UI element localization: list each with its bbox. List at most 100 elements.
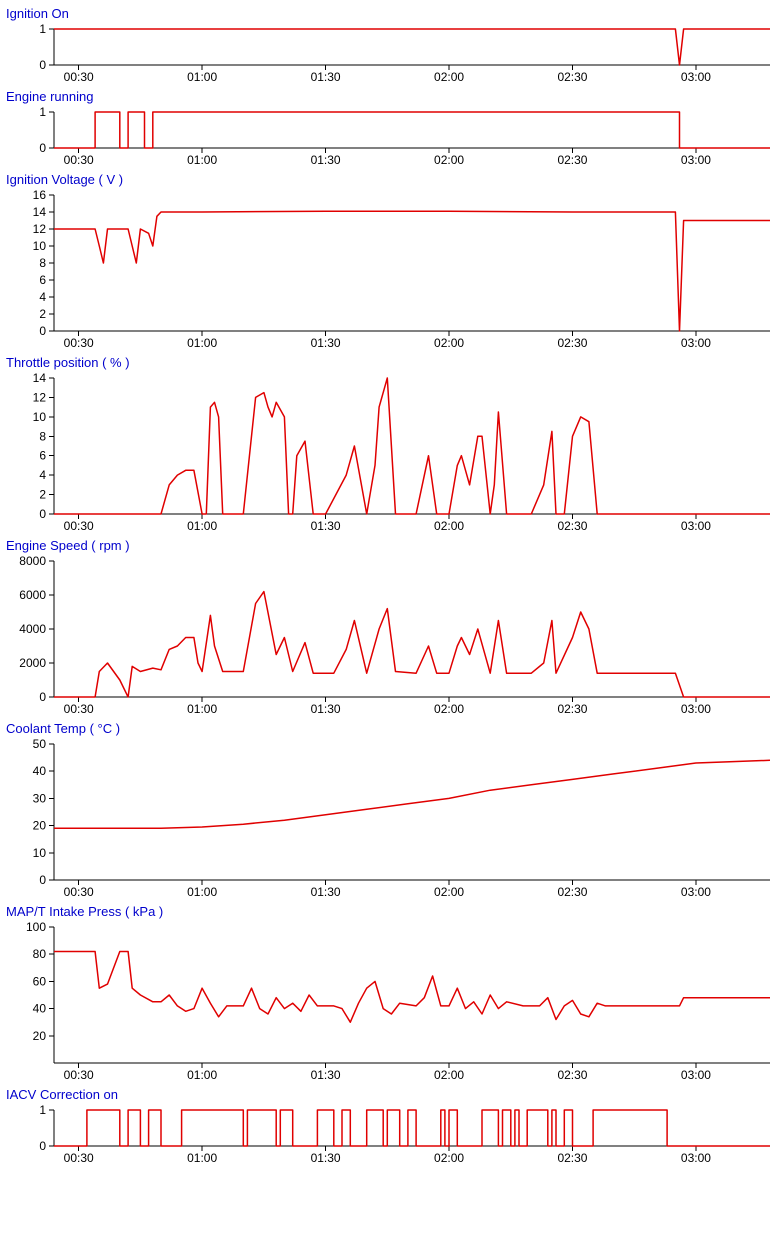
- y-tick-label: 4: [39, 290, 46, 304]
- y-tick-label: 40: [33, 764, 47, 778]
- x-tick-label: 01:30: [311, 153, 341, 166]
- chart-svg: 0100:3001:0001:3002:0002:3003:00: [4, 23, 780, 83]
- x-tick-label: 01:30: [311, 702, 341, 715]
- chart-title: MAP/T Intake Press ( kPa ): [6, 904, 780, 919]
- x-tick-label: 03:00: [681, 519, 711, 532]
- x-tick-label: 02:00: [434, 885, 464, 898]
- chart-svg: 0246810121400:3001:0001:3002:0002:3003:0…: [4, 372, 780, 532]
- chart-block: Coolant Temp ( °C ) 0 10 20 30 40 50 00:30 01:00…: [4, 721, 780, 898]
- y-tick-label: 14: [33, 205, 47, 219]
- y-tick-label: 0: [39, 324, 46, 338]
- x-tick-label: 02:00: [434, 336, 464, 349]
- chart-title: Ignition Voltage ( V ): [6, 172, 780, 187]
- y-tick-label: 6000: [19, 588, 46, 602]
- data-line: [54, 1110, 770, 1146]
- y-tick-label: 6: [39, 449, 46, 463]
- chart-block: Throttle position ( % )0246810121400:300…: [4, 355, 780, 532]
- y-tick-label: 0: [39, 141, 46, 155]
- y-tick-label: 2: [39, 488, 46, 502]
- x-tick-label: 01:30: [311, 1068, 341, 1081]
- y-tick-label: 20: [33, 819, 47, 833]
- chart-svg: 2040608010000:3001:0001:3002:0002:3003:0…: [4, 921, 780, 1081]
- x-tick-label: 01:00: [187, 885, 217, 898]
- y-tick-label: 8000: [19, 555, 46, 568]
- y-tick-label: 14: [33, 372, 47, 385]
- chart-block: IACV Correction on 0 1 00:30 01:00 01:30 02:00…: [4, 1087, 780, 1164]
- data-line: [54, 378, 770, 514]
- y-tick-label: 8: [39, 256, 46, 270]
- x-tick-label: 00:30: [64, 336, 94, 349]
- chart-block: Ignition Voltage ( V )024681012141600:30…: [4, 172, 780, 349]
- x-tick-label: 01:30: [311, 336, 341, 349]
- x-tick-label: 00:30: [64, 519, 94, 532]
- x-tick-label: 01:00: [187, 1151, 217, 1164]
- x-tick-label: 02:00: [434, 153, 464, 166]
- chart-svg: 0 10 20 30 40 50 00:30 01:00 01:30 02:00 02:30 03:0…: [4, 738, 780, 898]
- y-tick-label: 1: [39, 23, 46, 36]
- y-tick-label: 8: [39, 429, 46, 443]
- y-tick-label: 40: [33, 1002, 47, 1016]
- x-tick-label: 03:00: [681, 1068, 711, 1081]
- x-tick-label: 01:30: [311, 70, 341, 83]
- y-tick-label: 4: [39, 468, 46, 482]
- y-tick-label: 0: [39, 507, 46, 521]
- chart-svg: 0100:3001:0001:3002:0002:3003:00: [4, 106, 780, 166]
- x-tick-label: 01:00: [187, 1068, 217, 1081]
- y-tick-label: 0: [39, 1139, 46, 1153]
- x-tick-label: 01:00: [187, 70, 217, 83]
- chart-svg: 024681012141600:3001:0001:3002:0002:3003…: [4, 189, 780, 349]
- chart-title: Throttle position ( % ): [6, 355, 780, 370]
- y-tick-label: 2: [39, 307, 46, 321]
- x-tick-label: 02:00: [434, 70, 464, 83]
- x-tick-label: 01:30: [311, 1151, 341, 1164]
- x-tick-label: 03:00: [681, 153, 711, 166]
- y-tick-label: 10: [33, 846, 47, 860]
- y-tick-label: 16: [33, 189, 47, 202]
- x-tick-label: 02:00: [434, 519, 464, 532]
- x-tick-label: 02:30: [557, 1068, 587, 1081]
- y-tick-label: 30: [33, 791, 47, 805]
- x-tick-label: 03:00: [681, 336, 711, 349]
- x-tick-label: 02:30: [557, 885, 587, 898]
- y-tick-label: 1: [39, 106, 46, 119]
- x-tick-label: 01:00: [187, 153, 217, 166]
- chart-title: IACV Correction on: [6, 1087, 780, 1102]
- x-tick-label: 02:30: [557, 1151, 587, 1164]
- x-tick-label: 01:00: [187, 702, 217, 715]
- chart-block: MAP/T Intake Press ( kPa )2040608010000:…: [4, 904, 780, 1081]
- x-tick-label: 03:00: [681, 885, 711, 898]
- x-tick-label: 02:00: [434, 1068, 464, 1081]
- y-tick-label: 1: [39, 1104, 46, 1117]
- x-tick-label: 02:30: [557, 336, 587, 349]
- y-tick-label: 100: [26, 921, 46, 934]
- chart-title: Ignition On: [6, 6, 780, 21]
- x-tick-label: 02:30: [557, 70, 587, 83]
- x-tick-label: 03:00: [681, 702, 711, 715]
- chart-title: Coolant Temp ( °C ): [6, 721, 780, 736]
- x-tick-label: 00:30: [64, 702, 94, 715]
- y-tick-label: 50: [33, 738, 47, 751]
- chart-svg: 0 1 00:30 01:00 01:30 02:00 02:30 03:00: [4, 1104, 780, 1164]
- x-tick-label: 01:30: [311, 885, 341, 898]
- x-tick-label: 00:30: [64, 1151, 94, 1164]
- x-tick-label: 02:00: [434, 1151, 464, 1164]
- y-tick-label: 4000: [19, 622, 46, 636]
- y-tick-label: 0: [39, 58, 46, 72]
- x-tick-label: 00:30: [64, 885, 94, 898]
- y-tick-label: 0: [39, 873, 46, 887]
- y-tick-label: 0: [39, 690, 46, 704]
- x-tick-label: 02:00: [434, 702, 464, 715]
- chart-block: Engine running0100:3001:0001:3002:0002:3…: [4, 89, 780, 166]
- chart-title: Engine Speed ( rpm ): [6, 538, 780, 553]
- data-line: [54, 592, 770, 697]
- x-tick-label: 00:30: [64, 70, 94, 83]
- y-tick-label: 12: [33, 222, 47, 236]
- x-tick-label: 03:00: [681, 1151, 711, 1164]
- x-tick-label: 00:30: [64, 1068, 94, 1081]
- x-tick-label: 00:30: [64, 153, 94, 166]
- data-line: [54, 29, 770, 65]
- y-tick-label: 60: [33, 974, 47, 988]
- y-tick-label: 6: [39, 273, 46, 287]
- data-line: [54, 952, 770, 1023]
- data-line: [54, 760, 770, 828]
